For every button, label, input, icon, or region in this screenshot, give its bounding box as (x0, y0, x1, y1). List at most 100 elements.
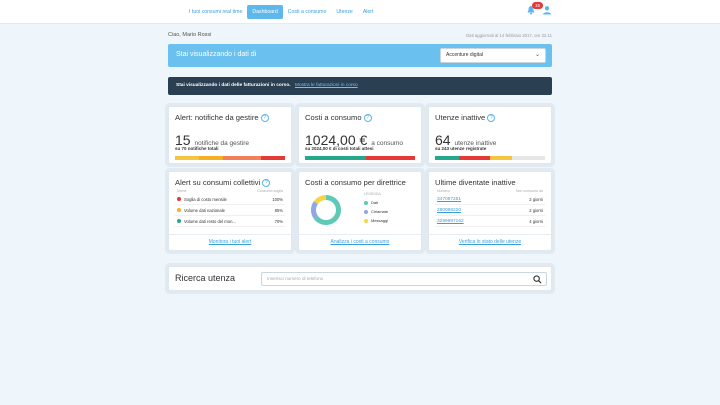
card-subtitle: su 70 notifiche totali (175, 146, 219, 151)
table-row[interactable]: Soglia di costo mensile 100% (175, 194, 285, 205)
table-row[interactable]: Volume dati nazionale 85% (175, 205, 285, 216)
card-title: Utenze inattive (435, 113, 486, 122)
col-header-number: Numero (437, 189, 450, 193)
card-alert-notifications: Alert: notifiche da gestire? 15 notifich… (168, 106, 292, 164)
billing-banner: Stai visualizzando i dati delle fatturaz… (168, 77, 552, 95)
row-name: Volume dati resto del mon... (184, 218, 236, 224)
banner-link[interactable]: Mostra le fatturazioni in corso (295, 83, 358, 88)
company-select[interactable]: Accenture digital ⌄ (440, 48, 546, 63)
table-row: 280098220 2 giorni (435, 205, 545, 216)
help-icon[interactable]: ? (487, 114, 496, 122)
nav-alert[interactable]: Alert (358, 5, 379, 19)
row-days: 4 giorni (529, 218, 543, 224)
col-header-name: Nome (177, 189, 187, 193)
phone-link[interactable]: 347097251 (437, 197, 461, 202)
phone-search-input[interactable]: Inserisci numero di telefono (261, 272, 547, 286)
donut-slice-chiamate (311, 201, 318, 219)
card-title: Alert su consumi collettivi (175, 178, 261, 187)
last-updated: Dati aggiornati al 14 febbraio 2017, ore… (466, 33, 552, 38)
monitor-alerts-link[interactable]: Monitora i tuoi alert (169, 234, 291, 250)
selector-label: Stai visualizzando i dati di (176, 51, 257, 58)
row-value: 100% (272, 196, 283, 202)
progress-bar (435, 156, 545, 160)
check-utenze-link[interactable]: Verifica lo stato delle utenze (429, 234, 551, 250)
help-icon[interactable]: ? (363, 114, 372, 122)
analyze-costs-link[interactable]: Analizza i costi a consumo (299, 234, 421, 250)
status-dot (177, 208, 181, 213)
table-row[interactable]: Volume dati resto del mon... 70% (175, 216, 285, 227)
row-name: Soglia di costo mensile (184, 196, 227, 202)
row-days: 2 giorni (529, 207, 543, 213)
table-row: 347097251 2 giorni (435, 194, 545, 205)
search-title: Ricerca utenza (175, 273, 236, 283)
greeting: Ciao, Mario Rossi (168, 32, 212, 38)
card-subtitle: su 2024,00 € di costi totali attesi (305, 146, 374, 151)
nav-utenze[interactable]: Utenze (331, 5, 357, 19)
search-placeholder: Inserisci numero di telefono (267, 276, 324, 281)
legend-item: Messaggi (364, 216, 388, 225)
card-utenze-inattive: Utenze inattive? 64 utenze inattive su 2… (428, 106, 552, 164)
inactive-table: Numero Non consuma da 347097251 2 giorni 2… (435, 189, 545, 227)
nav-real-time[interactable]: I tuoi consumi real time (184, 5, 247, 19)
main-nav: I tuoi consumi real time Dashboard Costi… (184, 5, 378, 19)
card-title: Costi a consumo per direttrice (305, 178, 406, 187)
company-select-value: Accenture digital (446, 52, 483, 58)
bar-segment (305, 156, 366, 160)
bar-segment (435, 156, 460, 160)
row-value: 70% (274, 218, 283, 224)
legend-label: Chiamate (371, 209, 389, 214)
card-title: Alert: notifiche da gestire (175, 113, 259, 122)
search-panel: Ricerca utenza Inserisci numero di telef… (168, 266, 552, 291)
donut-chart (311, 195, 341, 225)
legend-dot (364, 218, 368, 223)
company-selector-bar: Stai visualizzando i dati di Accenture d… (168, 44, 552, 67)
legend-label: Messaggi (371, 218, 389, 223)
card-title: Costi a consumo (305, 113, 362, 122)
bar-segment (175, 156, 200, 160)
status-dot (177, 219, 181, 224)
col-header-days: Non consuma da (515, 189, 543, 193)
row-name: Volume dati nazionale (184, 207, 225, 213)
chart-legend: LEGENDA Dati Chiamate Messaggi (364, 192, 388, 225)
search-icon[interactable] (533, 275, 542, 284)
card-unit: a consumo (371, 140, 403, 147)
bar-segment (223, 156, 261, 160)
help-icon[interactable]: ? (260, 114, 269, 122)
status-dot (177, 197, 181, 202)
bar-segment (489, 156, 512, 160)
row-days: 2 giorni (529, 196, 543, 202)
bar-segment (365, 156, 415, 160)
bar-segment (199, 156, 224, 160)
col-header-threshold: Consumo soglia (257, 189, 283, 193)
card-title: Ultime diventate inattive (435, 178, 516, 187)
row-value: 85% (274, 207, 283, 213)
help-icon[interactable]: ? (262, 179, 271, 187)
progress-bar (305, 156, 415, 160)
bar-segment (459, 156, 490, 160)
legend-dot (364, 200, 368, 205)
phone-link[interactable]: 280098220 (437, 208, 461, 213)
legend-item: Dati (364, 198, 388, 207)
legend-item: Chiamate (364, 207, 388, 216)
table-row: 3299987162 4 giorni (435, 216, 545, 227)
bell-icon[interactable]: 15 (526, 2, 544, 15)
progress-bar (175, 156, 285, 160)
card-costi-direttrice: Costi a consumo per direttrice LEGENDA D… (298, 171, 422, 251)
threshold-table: Nome Consumo soglia Soglia di costo mensi… (175, 189, 285, 227)
legend-title: LEGENDA (364, 192, 381, 196)
top-bar: I tuoi consumi real time Dashboard Costi… (0, 0, 720, 24)
card-ultime-inattive: Ultime diventate inattive Numero Non cons… (428, 171, 552, 251)
bar-segment (511, 156, 545, 160)
card-costi-consumo: Costi a consumo? 1024,00 € a consumo su … (298, 106, 422, 164)
legend-label: Dati (371, 200, 379, 205)
card-alert-collettivi: Alert su consumi collettivi? Nome Consumo… (168, 171, 292, 251)
card-subtitle: su 243 utenze registrate (435, 146, 487, 151)
phone-link[interactable]: 3299987162 (437, 219, 464, 224)
nav-costi[interactable]: Costi a consumo (283, 5, 332, 19)
legend-dot (364, 209, 368, 214)
nav-dashboard[interactable]: Dashboard (247, 5, 283, 19)
chevron-down-icon: ⌄ (534, 52, 540, 58)
user-icon[interactable] (542, 5, 552, 15)
bar-segment (260, 156, 285, 160)
banner-text: Stai visualizzando i dati delle fatturaz… (176, 83, 291, 88)
